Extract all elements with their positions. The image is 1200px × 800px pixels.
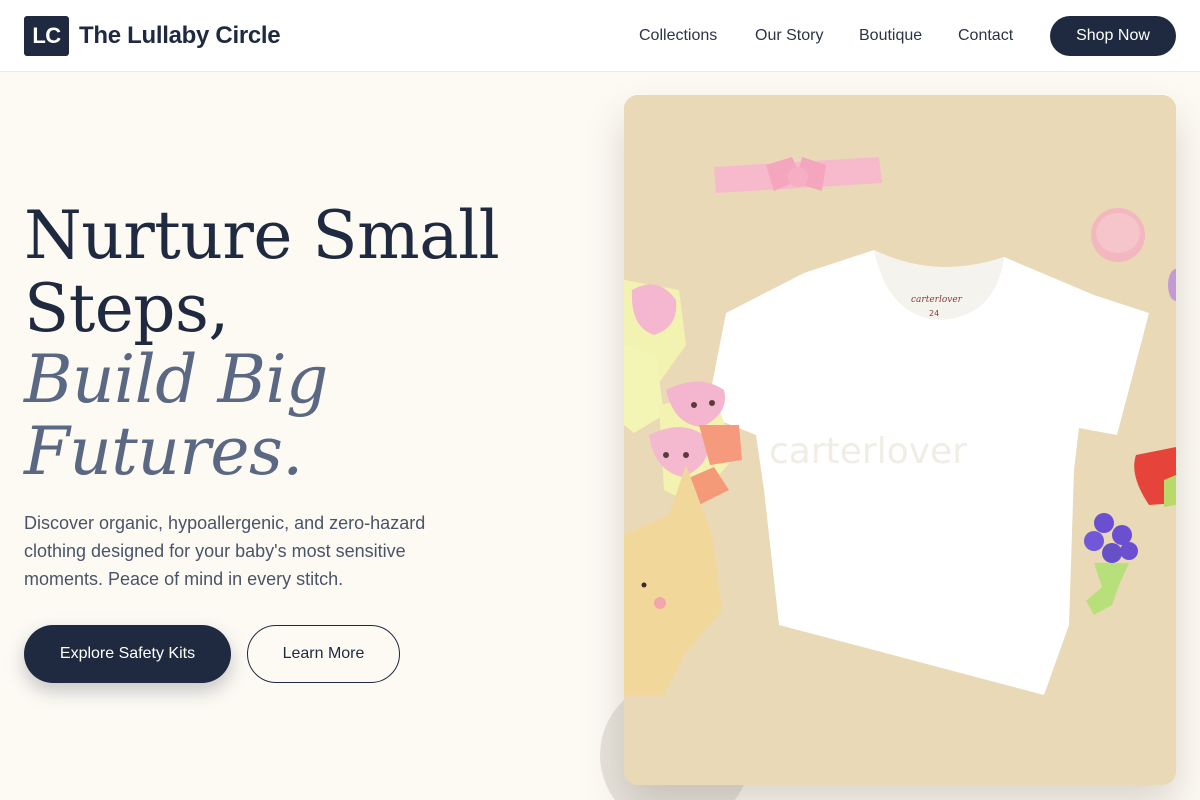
hero-heading-line-4: Futures.	[24, 413, 303, 490]
nav-boutique[interactable]: Boutique	[859, 24, 922, 48]
nav-collections[interactable]: Collections	[639, 24, 717, 48]
hero-heading-line-1: Nurture Small	[24, 197, 500, 274]
hero-description: Discover organic, hypoallergenic, and ze…	[24, 513, 426, 589]
tshirt-label-brand: carterlover	[911, 295, 963, 305]
nav-our-story[interactable]: Our Story	[755, 24, 823, 48]
pink-macaron	[1091, 208, 1145, 262]
image-watermark: carterlover	[769, 431, 967, 472]
learn-more-button[interactable]: Learn More	[247, 625, 400, 683]
nav-contact[interactable]: Contact	[958, 24, 1013, 48]
shop-now-button[interactable]: Shop Now	[1050, 16, 1176, 56]
explore-safety-kits-button[interactable]: Explore Safety Kits	[24, 625, 231, 683]
site-header: LC The Lullaby Circle Collections Our St…	[0, 0, 1200, 72]
brand-name[interactable]: The Lullaby Circle	[79, 20, 281, 52]
hero-heading-line-2: Steps,	[24, 270, 229, 347]
product-image-card: carterlover 24 carterlover	[624, 95, 1176, 785]
logo-badge[interactable]: LC	[24, 16, 69, 56]
product-photo: carterlover 24 carterlover	[624, 95, 1176, 785]
hero-heading-line-3: Build Big	[24, 341, 328, 418]
tshirt-label-size: 24	[929, 309, 939, 318]
